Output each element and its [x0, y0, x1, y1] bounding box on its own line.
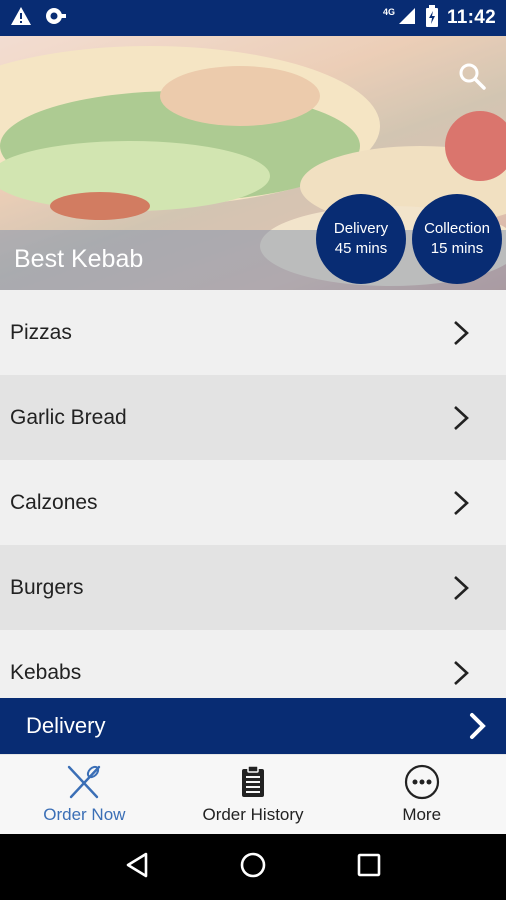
nav-order-now[interactable]: Order Now [0, 755, 169, 834]
chevron-right-icon [470, 713, 486, 739]
recents-icon [357, 853, 380, 876]
collection-badge-title: Collection [424, 220, 490, 237]
menu-item-label: Kebabs [10, 660, 82, 684]
bottom-navigation: Order Now Order History More [0, 754, 506, 834]
battery-icon [425, 4, 439, 32]
back-icon [127, 852, 148, 877]
chevron-right-icon [454, 660, 469, 685]
camera-icon [44, 6, 68, 31]
delivery-mode-bar[interactable]: Delivery [0, 698, 506, 754]
menu-item-label: Calzones [10, 490, 98, 514]
menu-item-label: Garlic Bread [10, 405, 127, 429]
chevron-right-icon [454, 490, 469, 515]
status-time: 11:42 [446, 7, 496, 28]
nav-label-order-now: Order Now [43, 805, 126, 824]
search-icon [459, 63, 486, 90]
collection-time-badge[interactable]: Collection 15 mins [412, 194, 502, 284]
nav-label-order-history: Order History [202, 805, 304, 824]
nav-label-more: More [402, 805, 442, 824]
fork-knife-icon [68, 765, 101, 799]
back-button[interactable] [124, 851, 150, 884]
menu-item-label: Burgers [10, 575, 84, 599]
system-navigation-bar [0, 834, 506, 900]
recents-button[interactable] [356, 852, 382, 883]
more-icon [404, 764, 439, 800]
status-bar: 4G 11:42 [0, 0, 506, 36]
nav-order-history[interactable]: Order History [169, 755, 338, 834]
restaurant-name: Best Kebab [14, 245, 144, 273]
menu-item-label: Pizzas [10, 320, 72, 344]
delivery-mode-label: Delivery [26, 713, 106, 738]
home-icon [240, 852, 266, 877]
collection-badge-time: 15 mins [430, 240, 484, 257]
delivery-badge-time: 45 mins [334, 240, 388, 257]
menu-item-burgers[interactable]: Burgers [0, 545, 506, 630]
delivery-time-badge[interactable]: Delivery 45 mins [316, 194, 406, 284]
menu-item-pizzas[interactable]: Pizzas [0, 290, 506, 375]
clipboard-icon [242, 765, 264, 797]
menu-category-list: Pizzas Garlic Bread Calzones Burgers Keb… [0, 290, 506, 715]
signal-icon [397, 6, 417, 31]
chevron-right-icon [454, 405, 469, 430]
network-label: 4G [382, 7, 395, 17]
delivery-badge-title: Delivery [333, 220, 389, 237]
home-button[interactable] [239, 851, 267, 884]
menu-item-garlic-bread[interactable]: Garlic Bread [0, 375, 506, 460]
nav-more[interactable]: More [337, 755, 506, 834]
menu-item-calzones[interactable]: Calzones [0, 460, 506, 545]
warning-icon [10, 6, 32, 31]
search-button[interactable] [456, 60, 488, 92]
chevron-right-icon [454, 320, 469, 345]
chevron-right-icon [454, 575, 469, 600]
